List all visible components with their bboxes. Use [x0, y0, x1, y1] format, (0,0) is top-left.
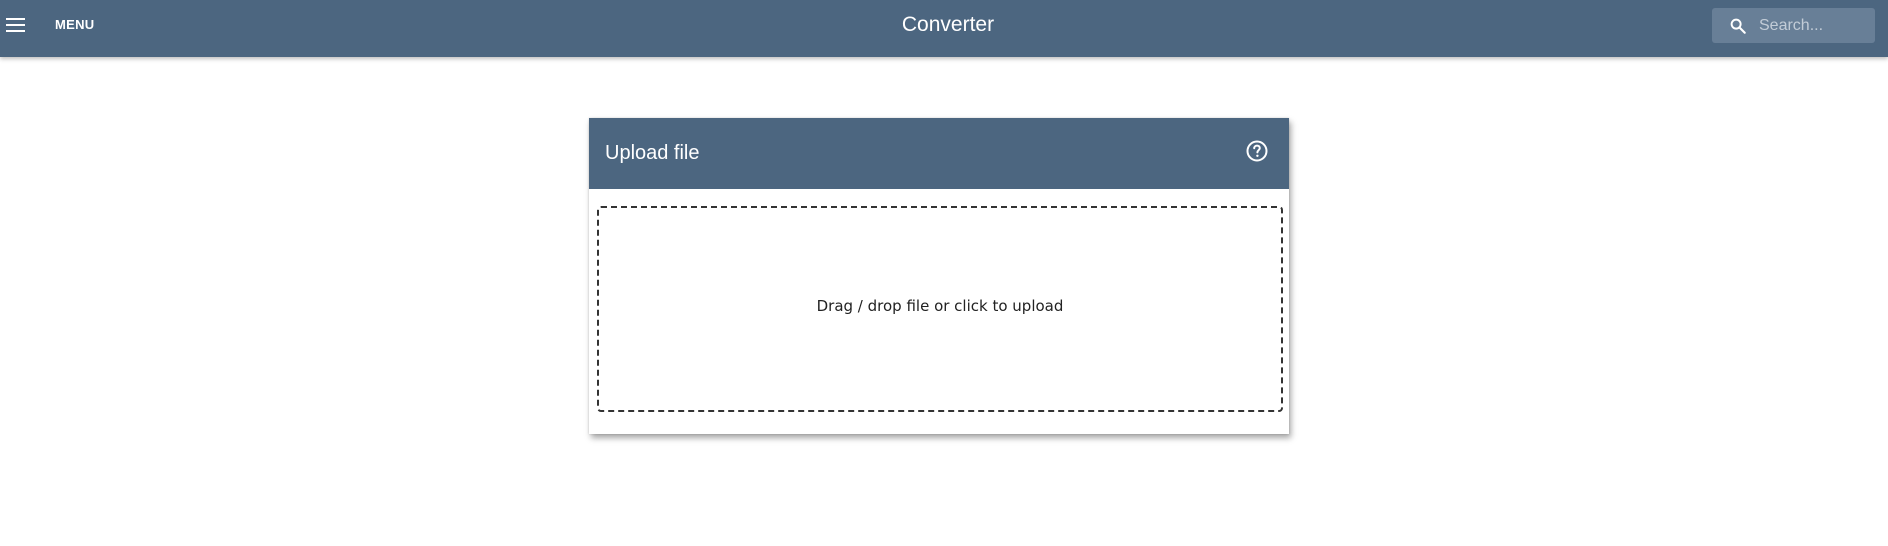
search-icon	[1730, 18, 1746, 34]
app-bar: MENU Converter	[0, 0, 1888, 57]
dropzone-label: Drag / drop file or click to upload	[816, 297, 1064, 315]
search-box[interactable]	[1712, 8, 1875, 43]
upload-card: Upload file Drag / drop file or click to…	[589, 118, 1289, 434]
app-title: Converter	[901, 13, 995, 36]
help-circle-icon[interactable]	[1245, 139, 1269, 163]
upload-card-title: Upload file	[605, 142, 700, 164]
file-dropzone[interactable]: Drag / drop file or click to upload	[597, 206, 1283, 412]
upload-card-header: Upload file	[589, 118, 1289, 189]
search-input[interactable]	[1759, 8, 1869, 43]
